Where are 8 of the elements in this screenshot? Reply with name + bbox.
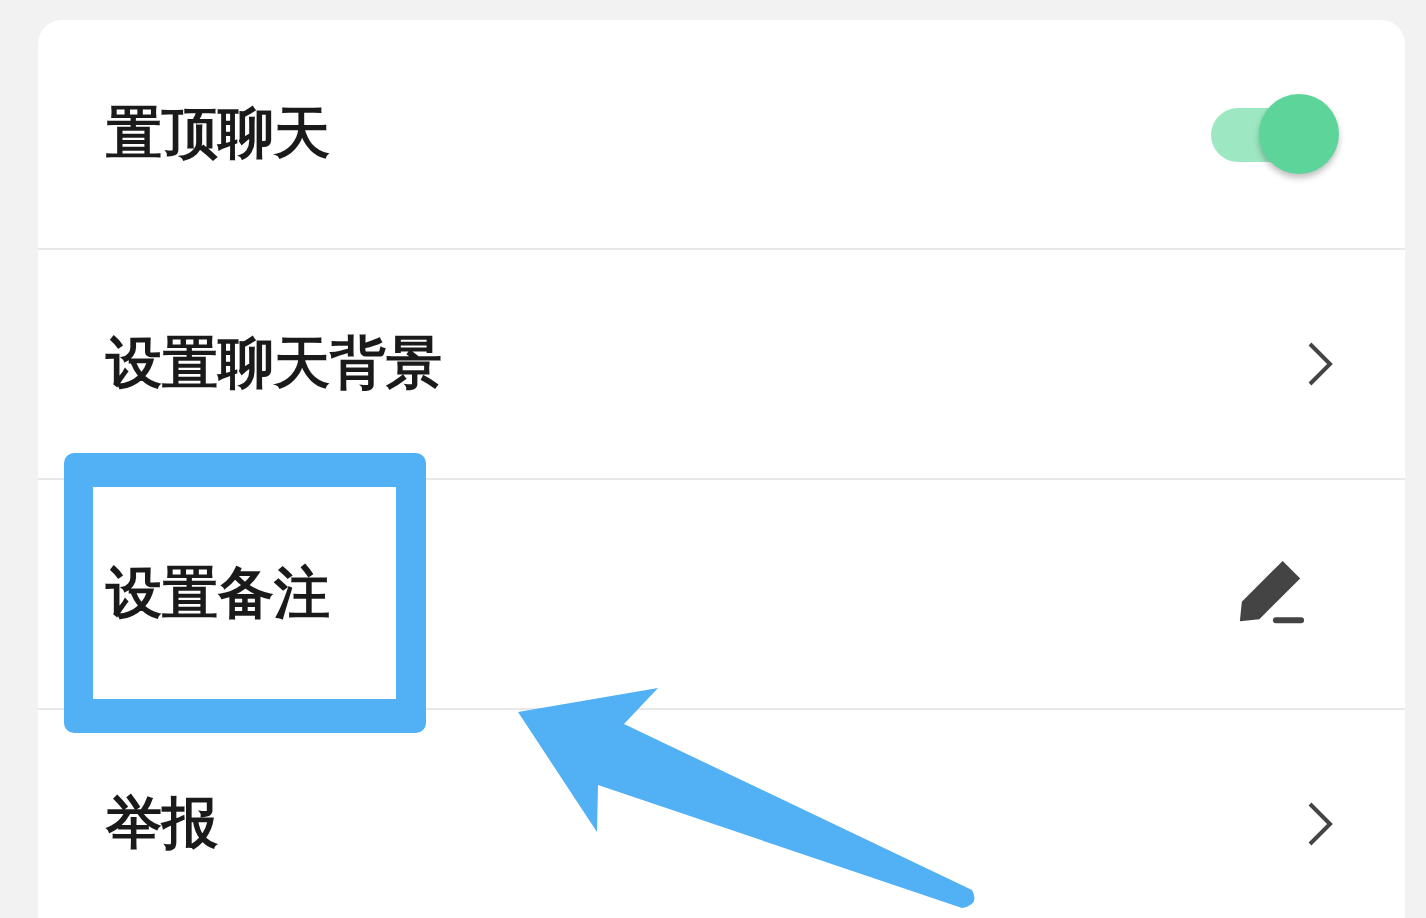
row-label: 置顶聊天: [106, 99, 330, 167]
row-label: 设置聊天背景: [106, 329, 442, 397]
row-label: 设置备注: [106, 559, 330, 627]
settings-row[interactable]: 设置聊天背景: [38, 250, 1405, 478]
settings-row[interactable]: 举报: [38, 710, 1405, 918]
row-label: 举报: [106, 789, 218, 857]
settings-row[interactable]: 置顶聊天: [38, 20, 1405, 248]
settings-row[interactable]: 设置备注: [38, 480, 1405, 708]
